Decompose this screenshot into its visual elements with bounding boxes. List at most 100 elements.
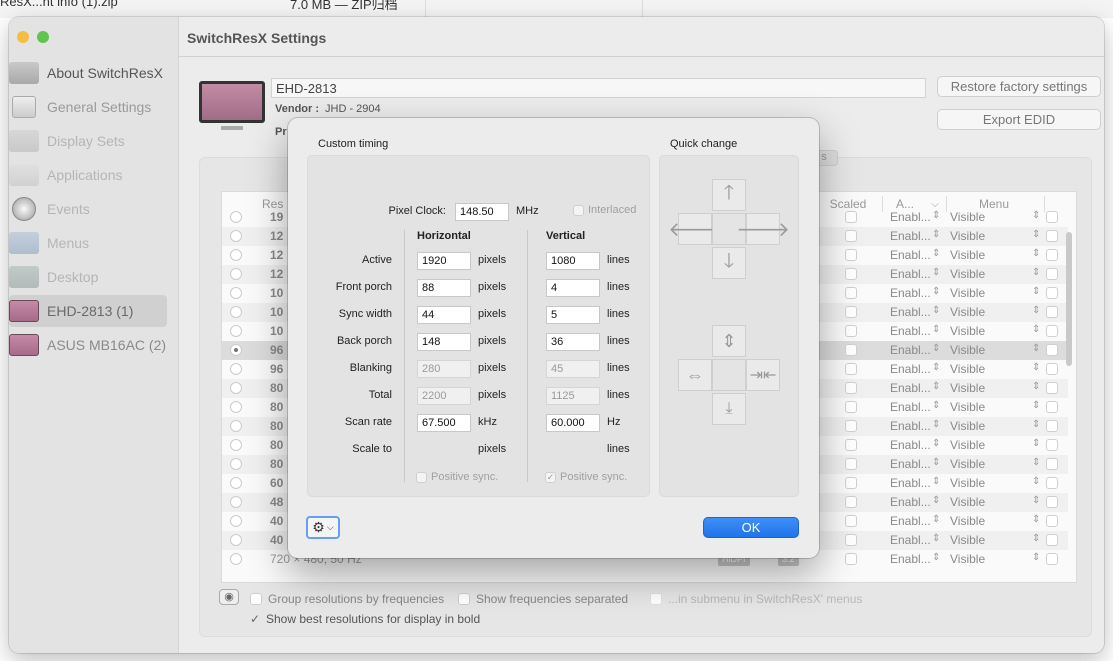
gear-menu-button[interactable]: ⚙ ⌵ [306, 516, 340, 539]
checkmark-icon[interactable]: ✓ [250, 612, 262, 626]
shrink-vertical-icon[interactable]: ⤓ [712, 393, 746, 425]
row-radio[interactable] [230, 553, 242, 565]
menu-checkbox[interactable] [1046, 230, 1058, 242]
updown-icon[interactable]: ⇕ [1032, 343, 1040, 354]
export-edid-button[interactable]: Export EDID [937, 109, 1101, 130]
scaled-checkbox[interactable] [845, 287, 857, 299]
scaled-checkbox[interactable] [845, 344, 857, 356]
updown-icon[interactable]: ⇕ [1032, 210, 1040, 221]
row-radio[interactable] [230, 420, 242, 432]
row-enabled[interactable]: Enabl... [890, 400, 931, 414]
menu-checkbox[interactable] [1046, 268, 1058, 280]
updown-icon[interactable]: ⇕ [932, 495, 940, 506]
updown-icon[interactable]: ⇕ [1032, 248, 1040, 259]
row-enabled[interactable]: Enabl... [890, 305, 931, 319]
updown-icon[interactable]: ⇕ [1032, 495, 1040, 506]
menu-checkbox[interactable] [1046, 553, 1058, 565]
row-radio[interactable] [230, 496, 242, 508]
show-frequencies-separated-option[interactable]: Show frequencies separated [458, 592, 628, 606]
sidebar-item-display-sets[interactable]: Display Sets [9, 125, 179, 157]
row-radio[interactable] [230, 211, 242, 223]
row-radio[interactable] [230, 477, 242, 489]
row-radio[interactable] [230, 439, 242, 451]
checkbox[interactable] [650, 593, 662, 605]
vertical-value-input[interactable] [546, 333, 600, 351]
minimize-button[interactable] [17, 31, 29, 43]
vertical-positive-sync-option[interactable]: ✓ Positive sync. [545, 471, 627, 483]
menu-checkbox[interactable] [1046, 249, 1058, 261]
horizontal-positive-sync-option[interactable]: Positive sync. [416, 471, 498, 483]
scaled-checkbox[interactable] [845, 439, 857, 451]
vertical-value-input[interactable] [546, 387, 600, 405]
row-visible[interactable]: Visible [950, 286, 985, 300]
row-visible[interactable]: Visible [950, 438, 985, 452]
zoom-button[interactable] [37, 31, 49, 43]
row-visible[interactable]: Visible [950, 400, 985, 414]
updown-icon[interactable]: ⇕ [932, 400, 940, 411]
row-visible[interactable]: Visible [950, 381, 985, 395]
sidebar-item-general-settings[interactable]: General Settings [9, 91, 179, 123]
updown-icon[interactable]: ⇕ [932, 210, 940, 221]
updown-icon[interactable]: ⇕ [932, 229, 940, 240]
horizontal-value-input[interactable] [417, 360, 471, 378]
sidebar-item-about[interactable]: About SwitchResX [9, 57, 179, 89]
arrow-right-icon[interactable]: 🡒 [736, 213, 790, 245]
menu-checkbox[interactable] [1046, 306, 1058, 318]
updown-icon[interactable]: ⇕ [1032, 305, 1040, 316]
row-enabled[interactable]: Enabl... [890, 438, 931, 452]
row-visible[interactable]: Visible [950, 248, 985, 262]
scaled-checkbox[interactable] [845, 363, 857, 375]
sidebar-item-asus-mb16ac[interactable]: ASUS MB16AC (2) [9, 329, 179, 361]
eye-icon[interactable]: ◉ [219, 589, 239, 605]
row-visible[interactable]: Visible [950, 305, 985, 319]
row-visible[interactable]: Visible [950, 457, 985, 471]
row-visible[interactable]: Visible [950, 552, 985, 566]
updown-icon[interactable]: ⇕ [1032, 362, 1040, 373]
row-visible[interactable]: Visible [950, 533, 985, 547]
scaled-checkbox[interactable] [845, 553, 857, 565]
sidebar-item-ehd-2813[interactable]: EHD-2813 (1) [9, 295, 167, 327]
menu-checkbox[interactable] [1046, 515, 1058, 527]
arrow-left-icon[interactable]: 🡐 [668, 213, 722, 245]
horizontal-value-input[interactable] [417, 252, 471, 270]
horizontal-value-input[interactable] [417, 279, 471, 297]
row-enabled[interactable]: Enabl... [890, 495, 931, 509]
updown-icon[interactable]: ⇕ [1032, 229, 1040, 240]
show-best-bold-option[interactable]: ✓ Show best resolutions for display in bo… [250, 612, 480, 626]
sidebar-item-desktop[interactable]: Desktop [9, 261, 179, 293]
menu-checkbox[interactable] [1046, 211, 1058, 223]
row-radio[interactable] [230, 344, 242, 356]
arrow-down-icon[interactable]: 🡓 [712, 247, 746, 279]
updown-icon[interactable]: ⇕ [1032, 476, 1040, 487]
updown-icon[interactable]: ⇕ [1032, 324, 1040, 335]
horizontal-value-input[interactable] [417, 414, 471, 432]
menu-checkbox[interactable] [1046, 458, 1058, 470]
restore-factory-settings-button[interactable]: Restore factory settings [937, 76, 1101, 97]
updown-icon[interactable]: ⇕ [1032, 533, 1040, 544]
scaled-checkbox[interactable] [845, 325, 857, 337]
menu-checkbox[interactable] [1046, 363, 1058, 375]
updown-icon[interactable]: ⇕ [1032, 438, 1040, 449]
sidebar-item-events[interactable]: Events [9, 193, 179, 225]
arrow-up-icon[interactable]: 🡑 [712, 179, 746, 211]
row-radio[interactable] [230, 515, 242, 527]
updown-icon[interactable]: ⇕ [932, 514, 940, 525]
updown-icon[interactable]: ⇕ [932, 362, 940, 373]
updown-icon[interactable]: ⇕ [932, 286, 940, 297]
menu-checkbox[interactable] [1046, 344, 1058, 356]
scaled-checkbox[interactable] [845, 534, 857, 546]
row-radio[interactable] [230, 249, 242, 261]
horizontal-value-input[interactable] [417, 387, 471, 405]
updown-icon[interactable]: ⇕ [932, 343, 940, 354]
checkbox[interactable] [458, 593, 470, 605]
row-radio[interactable] [230, 534, 242, 546]
vertical-value-input[interactable] [546, 306, 600, 324]
row-radio[interactable] [230, 382, 242, 394]
row-enabled[interactable]: Enabl... [890, 210, 931, 224]
updown-icon[interactable]: ⇕ [1032, 514, 1040, 525]
checkbox[interactable] [573, 204, 584, 216]
updown-icon[interactable]: ⇕ [932, 267, 940, 278]
row-enabled[interactable]: Enabl... [890, 248, 931, 262]
in-submenu-option[interactable]: ...in submenu in SwitchResX' menus [650, 592, 862, 606]
scaled-checkbox[interactable] [845, 306, 857, 318]
